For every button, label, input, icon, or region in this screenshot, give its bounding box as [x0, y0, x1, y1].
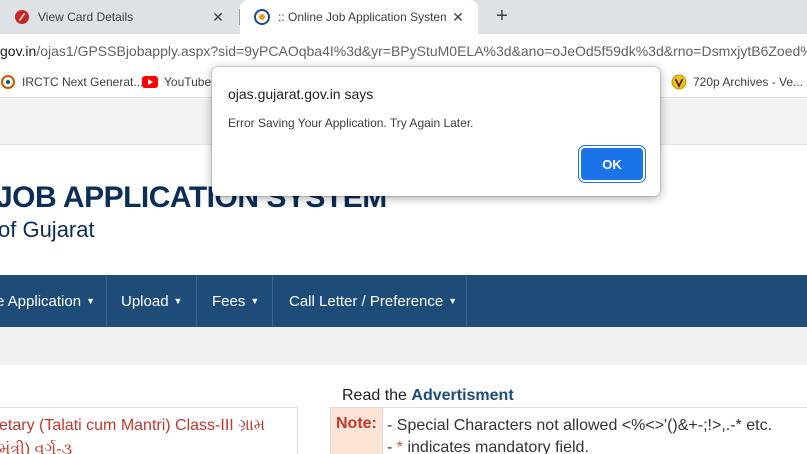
note-dash: - — [387, 439, 397, 454]
new-tab-icon[interactable]: + — [490, 4, 514, 28]
main-nav: e Application ▼ Upload ▼ Fees ▼ Call Letter… — [0, 275, 807, 327]
bookmark-label: IRCTC Next Generat... — [22, 75, 144, 89]
caret-down-icon: ▼ — [448, 296, 458, 306]
nav-label: Upload — [121, 292, 169, 310]
dialog-origin: ojas.gujarat.gov.in says — [228, 86, 374, 102]
tab-view-card-details[interactable]: View Card Details ✕ — [0, 0, 238, 34]
nav-label: e Application — [0, 292, 82, 310]
nav-separator — [106, 275, 107, 327]
nav-upload[interactable]: Upload ▼ — [121, 275, 182, 327]
nav-apply-online[interactable]: e Application ▼ — [0, 275, 95, 327]
caret-down-icon: ▼ — [250, 296, 260, 306]
url-path: /ojas1/GPSSBjobapply.aspx?sid=9yPCAOqba4… — [36, 43, 807, 59]
close-tab-icon[interactable]: ✕ — [446, 5, 470, 29]
v-icon — [671, 74, 687, 90]
page-subtitle: of Gujarat — [0, 217, 95, 242]
tab-online-job-application[interactable]: :: Online Job Application System ✕ — [240, 0, 478, 34]
breadcrumb-band — [0, 327, 807, 365]
bookmark-label: YouTube — [164, 75, 212, 89]
nav-call-letter[interactable]: Call Letter / Preference ▼ — [289, 275, 457, 327]
nav-label: Fees — [212, 292, 246, 310]
caret-down-icon: ▼ — [173, 296, 183, 306]
tab-title: :: Online Job Application System — [278, 10, 446, 24]
tab-title: View Card Details — [38, 10, 134, 24]
caret-down-icon: ▼ — [86, 296, 95, 306]
bookmark-youtube[interactable]: YouTube — [142, 74, 211, 90]
post-name: etary (Talati cum Mantri) Class-III ગ્રા… — [0, 414, 265, 454]
advert-prefix: Read the — [342, 387, 407, 404]
note-label: Note: — [331, 408, 383, 454]
youtube-icon — [142, 74, 158, 90]
alert-dialog: ojas.gujarat.gov.in says Error Saving Yo… — [212, 67, 660, 196]
ojas-logo-icon — [254, 9, 270, 25]
nav-fees[interactable]: Fees ▼ — [212, 275, 259, 327]
note-line-1: - Special Characters not allowed <%<>'()… — [387, 417, 773, 434]
note-box: Note: - Special Characters not allowed <… — [330, 407, 807, 454]
red-card-icon — [14, 9, 30, 25]
tab-strip: View Card Details ✕ :: Online Job Applic… — [0, 0, 807, 34]
nav-separator — [466, 275, 467, 327]
bookmark-irctc[interactable]: IRCTC Next Generat... — [0, 74, 143, 90]
post-line-2: મંત્રી) વર્ગ-૩ — [0, 441, 73, 454]
dialog-message: Error Saving Your Application. Try Again… — [228, 116, 474, 130]
note-line-2: - * indicates mandatory field. — [387, 437, 772, 454]
url-host: gov.in — [0, 43, 37, 59]
bookmark-720p-archives[interactable]: 720p Archives - Ve... — [671, 74, 803, 90]
advertisement-link-row: Read the Advertisment — [342, 387, 514, 405]
nav-separator — [196, 275, 197, 327]
url-text[interactable]: gov.in/ojas1/GPSSBjobapply.aspx?sid=9yPC… — [0, 43, 807, 59]
browser-window: View Card Details ✕ :: Online Job Applic… — [0, 0, 807, 454]
note-line-2-text: indicates mandatory field. — [403, 439, 589, 454]
nav-label: Call Letter / Preference — [289, 292, 444, 310]
ok-button[interactable]: OK — [581, 148, 643, 180]
post-name-box: etary (Talati cum Mantri) Class-III ગ્રા… — [0, 407, 298, 454]
nav-separator — [272, 275, 273, 327]
advertisement-link[interactable]: Advertisment — [411, 387, 513, 404]
note-text: - Special Characters not allowed <%<>'()… — [387, 415, 772, 454]
bookmark-label: 720p Archives - Ve... — [693, 75, 804, 89]
post-line-1: etary (Talati cum Mantri) Class-III ગ્રા… — [0, 417, 266, 434]
close-tab-icon[interactable]: ✕ — [206, 5, 230, 29]
irctc-icon — [0, 74, 16, 90]
address-bar[interactable]: gov.in/ojas1/GPSSBjobapply.aspx?sid=9yPC… — [0, 34, 807, 68]
